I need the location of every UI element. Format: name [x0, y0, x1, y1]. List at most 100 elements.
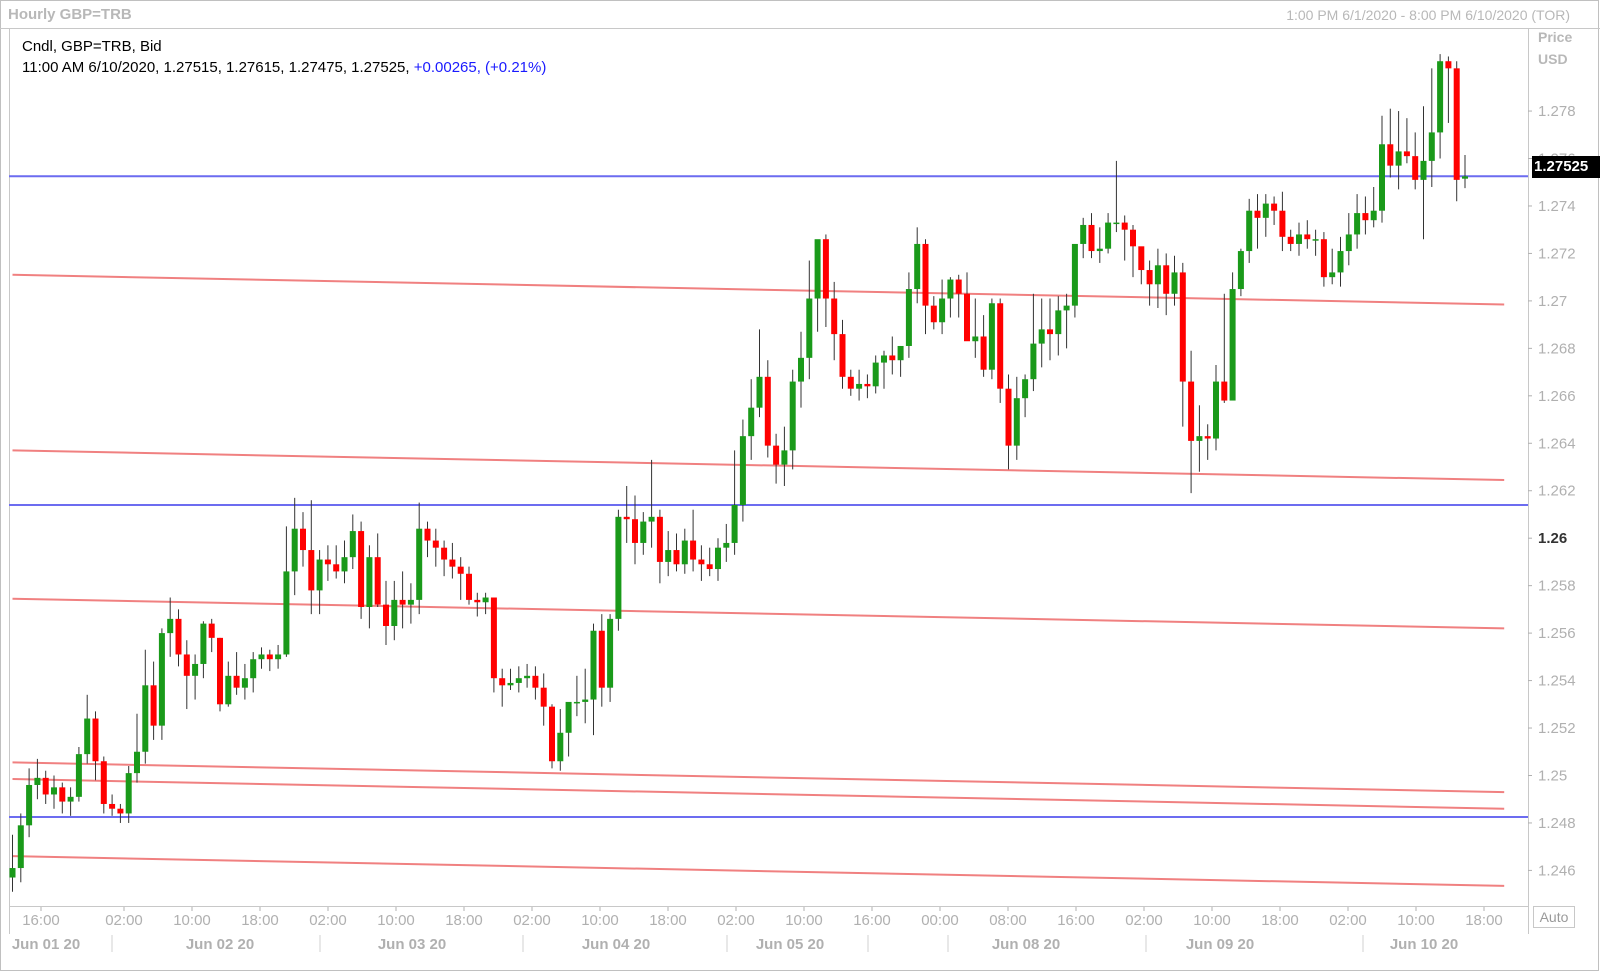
candle	[150, 661, 157, 740]
candle	[507, 668, 514, 691]
candle	[366, 545, 373, 629]
candle-body	[1080, 224, 1087, 244]
candle	[490, 597, 497, 693]
candle-body	[383, 604, 389, 626]
candle-body	[109, 803, 116, 809]
candle-body	[1337, 251, 1344, 273]
x-time-label: 10:00	[377, 912, 415, 929]
candle	[1022, 374, 1029, 418]
candle-body	[366, 557, 373, 608]
candle	[806, 260, 813, 380]
candle-body	[1462, 176, 1468, 179]
trendline	[12, 778, 1505, 810]
candle-body	[565, 701, 572, 733]
candle-body	[42, 777, 49, 795]
y-tick-label: 1.264	[1538, 435, 1576, 452]
candle-body	[1130, 229, 1136, 247]
candle-body	[217, 637, 223, 705]
candle	[1038, 298, 1045, 368]
candle	[814, 239, 821, 332]
candle-body	[1254, 210, 1261, 218]
candle-body	[75, 754, 82, 797]
candle-body	[125, 773, 132, 814]
candle-body	[515, 678, 522, 683]
candle	[1055, 296, 1062, 356]
candle-body	[474, 599, 481, 603]
candle	[17, 813, 24, 883]
candle	[308, 500, 315, 615]
candle-body	[1279, 210, 1286, 237]
candle-body	[225, 675, 232, 705]
candle	[225, 661, 232, 707]
candle-body	[1229, 289, 1236, 401]
candle-body	[988, 303, 995, 370]
candle-body	[1213, 381, 1219, 439]
candle-body	[905, 289, 912, 346]
candle-body	[158, 633, 165, 726]
candle	[1179, 262, 1186, 427]
auto-scale-button[interactable]: Auto	[1533, 906, 1575, 928]
y-tick-label: 1.26	[1538, 530, 1567, 547]
time-range-label: 1:00 PM 6/1/2020 - 8:00 PM 6/10/2020 (TO…	[1286, 7, 1570, 23]
candle	[706, 547, 713, 577]
candle	[582, 668, 589, 724]
candle-body	[1146, 270, 1153, 285]
candle	[117, 803, 124, 823]
candle-body	[233, 675, 240, 688]
x-time-label: 18:00	[1465, 912, 1503, 929]
candle-body	[549, 706, 555, 762]
candle	[540, 673, 547, 726]
candle	[681, 528, 688, 574]
candle-body	[1105, 222, 1112, 249]
candle	[499, 668, 506, 707]
candle-body	[1370, 210, 1377, 221]
candle-body	[407, 599, 414, 605]
candle-body	[34, 777, 41, 785]
candle	[482, 592, 489, 615]
candle	[623, 485, 630, 543]
candle-body	[773, 445, 780, 465]
candle-body	[449, 559, 456, 567]
candle	[922, 239, 929, 335]
candle	[822, 234, 829, 327]
candle-body	[341, 557, 348, 572]
candle	[1221, 293, 1228, 403]
candle	[549, 704, 555, 769]
x-time-label: 10:00	[1193, 912, 1231, 929]
candle-body	[482, 597, 489, 603]
candle	[1063, 293, 1070, 349]
candle	[656, 509, 663, 584]
candle-body	[814, 239, 821, 299]
candle-body	[391, 599, 398, 626]
candle	[872, 355, 879, 394]
candle	[964, 272, 970, 342]
candle	[1121, 215, 1128, 261]
candle	[673, 533, 680, 572]
candle	[847, 369, 854, 396]
y-tick-label: 1.278	[1538, 103, 1576, 120]
x-time-label: 02:00	[717, 912, 755, 929]
candle	[1387, 108, 1394, 178]
candle	[407, 583, 414, 624]
candle	[573, 675, 580, 717]
candlestick-chart[interactable]: 1.2781.2761.2741.2721.271.2681.2661.2641…	[0, 0, 1600, 972]
candle	[1437, 54, 1444, 159]
chart-window: 1.2781.2761.2741.2721.271.2681.2661.2641…	[0, 0, 1600, 972]
candle	[250, 652, 257, 693]
candle-body	[573, 701, 580, 704]
candle-body	[997, 303, 1004, 389]
candle	[167, 597, 174, 657]
candle-body	[490, 597, 497, 679]
candle-body	[698, 559, 705, 565]
candle-body	[416, 528, 423, 600]
x-date-label: Jun 02 20	[186, 936, 254, 953]
candle-body	[300, 528, 306, 551]
candle-body	[258, 654, 265, 660]
candle	[532, 666, 539, 700]
candle	[1370, 186, 1377, 228]
ohlc-values: 11:00 AM 6/10/2020, 1.27515, 1.27615, 1.…	[22, 59, 414, 76]
candle	[1362, 196, 1369, 235]
candle	[374, 533, 381, 608]
candle	[1304, 220, 1311, 249]
candle-body	[17, 825, 24, 869]
